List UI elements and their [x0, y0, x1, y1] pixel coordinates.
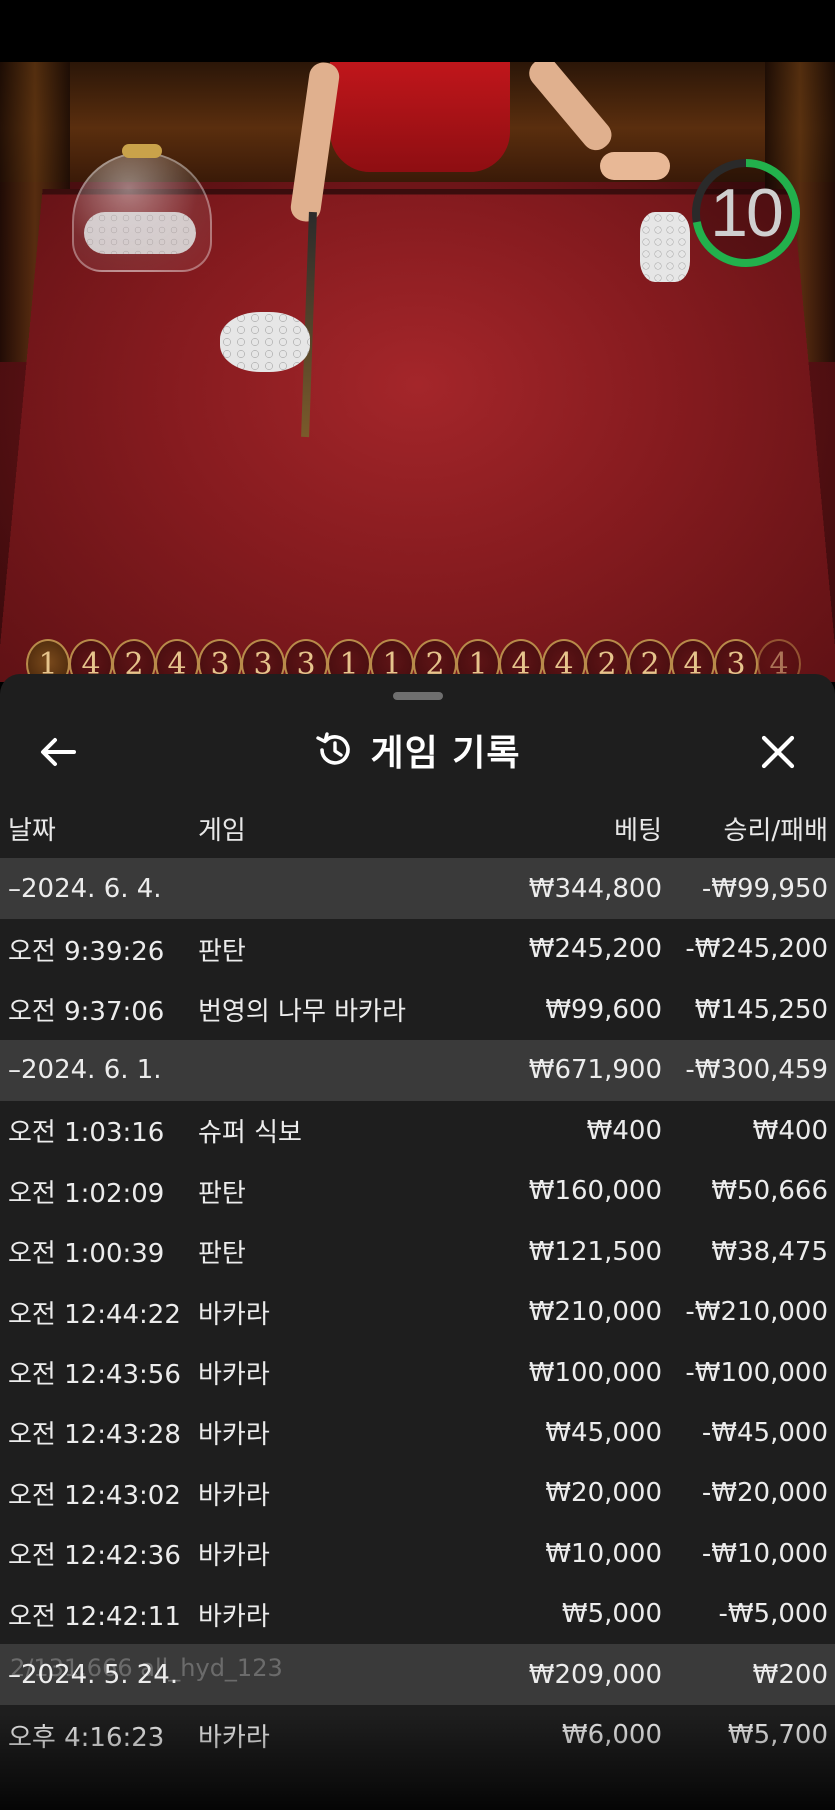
row-result: -₩210,000 — [685, 1297, 828, 1328]
row-game: 바카라 — [198, 1722, 270, 1753]
row-date: 오전 1:03:16 — [8, 1118, 165, 1149]
live-video: 10 142433311214422434 — [0, 62, 835, 682]
row-result: ₩5,700 — [727, 1720, 828, 1751]
row-game: 판탄 — [198, 936, 246, 967]
column-result: 승리/패배 — [723, 816, 828, 846]
row-result: -₩99,950 — [701, 873, 828, 904]
row-game: 판탄 — [198, 1178, 246, 1209]
row-game: 바카라 — [198, 1420, 270, 1451]
table-row[interactable]: 오전 12:42:11 바카라 ₩5,000 -₩5,000 — [0, 1584, 835, 1644]
table-row[interactable]: 오전 12:42:36 바카라 ₩10,000 -₩10,000 — [0, 1524, 835, 1584]
table-row[interactable]: 오전 1:03:16 슈퍼 식보 ₩400 ₩400 — [0, 1101, 835, 1161]
row-bet: ₩245,200 — [528, 934, 662, 965]
bead-pile — [84, 212, 196, 254]
row-bet: ₩6,000 — [561, 1720, 662, 1751]
sheet-header: 게임 기록 — [0, 710, 835, 790]
row-result: ₩50,666 — [711, 1176, 828, 1207]
row-bet: ₩99,600 — [545, 994, 662, 1025]
countdown-timer: 10 — [690, 157, 802, 269]
row-bet: ₩209,000 — [528, 1659, 662, 1690]
row-result: ₩400 — [752, 1115, 828, 1146]
history-icon — [316, 732, 351, 765]
row-game: 판탄 — [198, 1239, 246, 1270]
underlay-text: 2/131,666 all_hyd_123 — [10, 1654, 283, 1682]
row-date: 오전 12:43:28 — [8, 1420, 181, 1451]
close-icon — [761, 735, 795, 769]
column-game: 게임 — [198, 816, 246, 846]
row-date: 오후 4:16:23 — [8, 1722, 165, 1753]
row-date: –2024. 6. 4. — [8, 873, 162, 904]
row-bet: ₩20,000 — [545, 1478, 662, 1509]
row-date: 오전 12:43:02 — [8, 1480, 181, 1511]
row-game: 바카라 — [198, 1360, 270, 1391]
row-game: 번영의 나무 바카라 — [198, 997, 406, 1028]
column-bet: 베팅 — [614, 816, 662, 846]
row-result: -₩5,000 — [718, 1599, 828, 1630]
arrow-left-icon — [41, 738, 76, 766]
row-result: ₩38,475 — [711, 1236, 828, 1267]
table-row[interactable]: 오전 1:02:09 판탄 ₩160,000 ₩50,666 — [0, 1161, 835, 1221]
row-date: 오전 12:42:36 — [8, 1541, 181, 1572]
row-date: 오전 9:37:06 — [8, 997, 165, 1028]
bead-pile — [640, 212, 690, 282]
table-header: 날짜 게임 베팅 승리/패배 — [0, 798, 835, 854]
row-bet: ₩344,800 — [528, 873, 662, 904]
sheet-title: 게임 기록 — [370, 733, 521, 774]
back-button[interactable] — [30, 728, 86, 776]
row-date: –2024. 6. 1. — [8, 1055, 162, 1086]
table-row[interactable]: 오전 9:37:06 번영의 나무 바카라 ₩99,600 ₩145,250 — [0, 979, 835, 1039]
row-bet: ₩210,000 — [528, 1297, 662, 1328]
bead-dome-handle — [122, 144, 162, 158]
table-row[interactable]: 오전 12:43:02 바카라 ₩20,000 -₩20,000 — [0, 1463, 835, 1523]
table-row[interactable]: 오전 9:39:26 판탄 ₩245,200 -₩245,200 — [0, 919, 835, 979]
status-bar — [0, 0, 835, 62]
row-game: 슈퍼 식보 — [198, 1118, 302, 1149]
table-row[interactable]: 오전 12:43:56 바카라 ₩100,000 -₩100,000 — [0, 1342, 835, 1402]
column-date: 날짜 — [8, 816, 56, 846]
dealer-hand — [600, 152, 670, 180]
history-list: –2024. 6. 4. ₩344,800 -₩99,950 오전 9:39:26 판탄… — [0, 858, 835, 1766]
row-date: 오전 1:02:09 — [8, 1178, 165, 1209]
timer-value: 10 — [710, 175, 784, 251]
table-row[interactable]: 오전 1:00:39 판탄 ₩121,500 ₩38,475 — [0, 1222, 835, 1282]
row-bet: ₩400 — [586, 1115, 662, 1146]
row-bet: ₩671,900 — [528, 1055, 662, 1086]
row-bet: ₩100,000 — [528, 1357, 662, 1388]
row-bet: ₩160,000 — [528, 1176, 662, 1207]
dealer — [330, 62, 510, 172]
row-game: 바카라 — [198, 1541, 270, 1572]
row-bet: ₩10,000 — [545, 1538, 662, 1569]
row-bet: ₩121,500 — [528, 1236, 662, 1267]
row-result: ₩200 — [752, 1659, 828, 1690]
row-date: 오전 12:43:56 — [8, 1360, 181, 1391]
row-result: -₩300,459 — [685, 1055, 828, 1086]
game-history-sheet: 게임 기록 날짜 게임 베팅 승리/패배 –2024. 6. 4. ₩344,80… — [0, 674, 835, 1810]
row-date: 오전 12:44:22 — [8, 1299, 181, 1330]
row-result: ₩145,250 — [694, 994, 828, 1025]
row-game: 바카라 — [198, 1299, 270, 1330]
row-result: -₩100,000 — [685, 1357, 828, 1388]
row-date: 오전 9:39:26 — [8, 936, 165, 967]
date-group-row[interactable]: –2024. 6. 4. ₩344,800 -₩99,950 — [0, 858, 835, 919]
row-game: 바카라 — [198, 1480, 270, 1511]
table-row[interactable]: 오전 12:43:28 바카라 ₩45,000 -₩45,000 — [0, 1403, 835, 1463]
row-date: 오전 1:00:39 — [8, 1239, 165, 1270]
row-bet: ₩45,000 — [545, 1417, 662, 1448]
row-result: -₩10,000 — [701, 1538, 828, 1569]
table-row[interactable]: 오전 12:44:22 바카라 ₩210,000 -₩210,000 — [0, 1282, 835, 1342]
date-group-row[interactable]: –2024. 6. 1. ₩671,900 -₩300,459 — [0, 1039, 835, 1101]
close-button[interactable] — [750, 726, 806, 778]
table-row[interactable]: 오후 4:16:23 바카라 ₩6,000 ₩5,700 — [0, 1705, 835, 1765]
row-result: -₩45,000 — [701, 1417, 828, 1448]
row-game: 바카라 — [198, 1601, 270, 1632]
row-result: -₩20,000 — [701, 1478, 828, 1509]
row-result: -₩245,200 — [685, 934, 828, 965]
row-bet: ₩5,000 — [561, 1599, 662, 1630]
sheet-grabber[interactable] — [393, 692, 443, 700]
bead-pile — [220, 312, 310, 372]
row-date: 오전 12:42:11 — [8, 1601, 181, 1632]
